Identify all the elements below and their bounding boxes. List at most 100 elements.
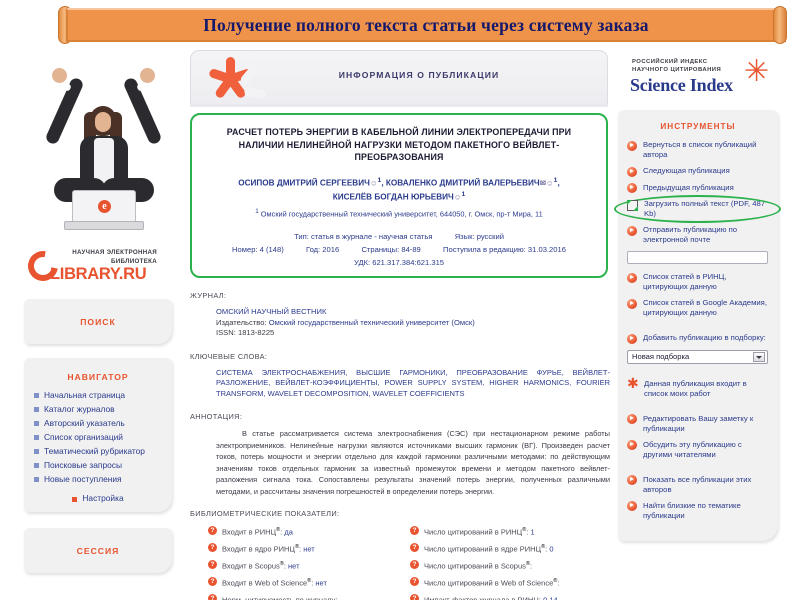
tool-download-full-text-pdf[interactable]: Загрузить полный текст (PDF, 487 Kb) bbox=[614, 195, 781, 223]
arrow-bullet-icon bbox=[627, 440, 637, 450]
biblio-value: нет bbox=[303, 544, 315, 554]
help-icon[interactable]: ? bbox=[208, 576, 217, 586]
help-icon[interactable]: ? bbox=[410, 576, 419, 586]
tool-citing-articles-rinc[interactable]: Список статей в РИНЦ, цитирующих данную bbox=[618, 272, 778, 292]
tool-previous-publication[interactable]: Предыдущая публикация bbox=[618, 182, 778, 193]
sidebar-item-journal-catalog[interactable]: Каталог журналов bbox=[34, 404, 172, 415]
biblio-label: Число цитирований в ядре РИНЦ bbox=[424, 544, 542, 554]
session-panel[interactable]: СЕССИЯ bbox=[24, 527, 172, 573]
arrow-bullet-icon bbox=[627, 298, 637, 309]
search-panel-title: ПОИСК bbox=[80, 317, 116, 327]
biblio-item: ? Входит в РИНЦ®: да bbox=[208, 525, 404, 538]
tool-label: Загрузить полный текст (PDF, 487 Kb) bbox=[644, 199, 766, 218]
tool-edit-note[interactable]: Редактировать Вашу заметку к публикации bbox=[618, 414, 778, 434]
tool-add-to-collection[interactable]: Добавить публикацию в подборку: bbox=[618, 333, 778, 344]
help-icon[interactable]: ? bbox=[208, 525, 217, 535]
keywords-section: КЛЮЧЕВЫЕ СЛОВА: СИСТЕМА ЭЛЕКТРОСНАБЖЕНИЯ… bbox=[190, 352, 610, 400]
sidebar-item-search-queries[interactable]: Поисковые запросы bbox=[34, 460, 172, 471]
arrow-bullet-icon bbox=[627, 501, 637, 511]
tool-label: Предыдущая публикация bbox=[643, 182, 734, 192]
sidebar-item-new-arrivals[interactable]: Новые поступления bbox=[34, 474, 172, 485]
publisher-value[interactable]: Омский государственный технический униве… bbox=[269, 318, 475, 327]
help-icon[interactable]: ? bbox=[410, 593, 419, 600]
biblio-value: нет bbox=[315, 578, 327, 588]
type-label: Тип: bbox=[294, 232, 309, 242]
arrow-bullet-icon bbox=[627, 475, 637, 485]
tool-label: Список статей в РИНЦ, цитирующих данную bbox=[643, 272, 727, 291]
issn-label: ISSN: bbox=[216, 328, 236, 338]
keywords-heading: КЛЮЧЕВЫЕ СЛОВА: bbox=[190, 351, 268, 361]
tools-panel-title: ИНСТРУМЕНТЫ bbox=[660, 122, 736, 131]
arrow-bullet-icon bbox=[627, 333, 637, 344]
tool-label: Найти близкие по тематике публикации bbox=[643, 500, 741, 520]
chevron-down-icon[interactable] bbox=[753, 352, 765, 362]
header-divider bbox=[190, 104, 608, 107]
right-sidebar: РОССИЙСКИЙ ИНДЕКС НАУЧНОГО ЦИТИРОВАНИЯ S… bbox=[614, 50, 782, 541]
biblio-item: ? Норм. цитируемость по журналу: bbox=[208, 593, 404, 600]
content-header-title: ИНФОРМАЦИЯ О ПУБЛИКАЦИИ bbox=[338, 70, 500, 80]
biblio-label: Число цитирований в Web of Science bbox=[424, 578, 554, 588]
author-link[interactable]: ОСИПОВ ДМИТРИЙ СЕРГЕЕВИЧ bbox=[238, 178, 370, 187]
language-label: Язык: bbox=[454, 232, 475, 242]
page-title: Получение полного текста статьи через си… bbox=[203, 14, 649, 35]
sidebar-item-label: Начальная страница bbox=[44, 390, 126, 400]
sidebar-item-label: Поисковые запросы bbox=[44, 460, 122, 470]
help-icon[interactable]: ? bbox=[410, 542, 419, 552]
help-icon[interactable]: ? bbox=[208, 593, 217, 600]
affiliation-marker: 1 bbox=[255, 207, 259, 215]
arrow-bullet-icon bbox=[627, 272, 637, 283]
sidebar-item-settings[interactable]: Настройка bbox=[24, 493, 172, 503]
tool-show-all-author-publications[interactable]: Показать все публикации этих авторов bbox=[618, 475, 778, 495]
journal-name[interactable]: ОМСКИЙ НАУЧНЫЙ ВЕСТНИК bbox=[216, 307, 610, 318]
author-profile-icon[interactable]: ☺ bbox=[546, 178, 554, 187]
elibrary-logo-name: LIBRARY.RU bbox=[50, 265, 147, 283]
biblio-label: Входит в ядро РИНЦ bbox=[222, 544, 295, 554]
issn-value: 1813-8225 bbox=[237, 328, 275, 338]
tool-find-similar-publications[interactable]: Найти близкие по тематике публикации bbox=[618, 501, 778, 521]
biblio-item: ? Число цитирований в Scopus®: bbox=[410, 559, 610, 572]
help-icon[interactable]: ? bbox=[410, 525, 419, 535]
biblio-grid: ? Входит в РИНЦ®: да ? Число цитирований в… bbox=[190, 525, 610, 600]
bullet-icon bbox=[34, 421, 39, 426]
author-link[interactable]: КИСЕЛЁВ БОГДАН ЮРЬЕВИЧ bbox=[333, 193, 454, 202]
tool-citing-articles-google-scholar[interactable]: Список статей в Google Академия, цитирую… bbox=[618, 298, 778, 318]
year-label: Год: bbox=[305, 245, 321, 255]
sidebar-item-author-index[interactable]: Авторский указатель bbox=[34, 418, 172, 429]
journal-section: ЖУРНАЛ: ОМСКИЙ НАУЧНЫЙ ВЕСТНИК Издательс… bbox=[190, 291, 610, 339]
affiliation-text: Омский государственный технический униве… bbox=[260, 209, 543, 219]
help-icon[interactable]: ? bbox=[410, 559, 419, 569]
pdf-document-icon bbox=[627, 199, 638, 211]
bullet-icon bbox=[34, 435, 39, 440]
tool-label: Вернуться в список публикаций автора bbox=[643, 140, 757, 159]
collection-select[interactable]: Новая подборка bbox=[627, 349, 768, 364]
biblio-heading: БИБЛИОМЕТРИЧЕСКИЕ ПОКАЗАТЕЛИ: bbox=[190, 509, 340, 519]
article-meta: Тип: статья в журнале - научная статья Я… bbox=[205, 230, 593, 256]
arrow-bullet-icon bbox=[627, 166, 637, 177]
email-field[interactable] bbox=[627, 251, 768, 264]
tool-discuss-publication[interactable]: Обсудить эту публикацию с другими читате… bbox=[618, 440, 778, 460]
tool-label: Список статей в Google Академия, цитирую… bbox=[643, 298, 767, 317]
pages-value: 84-89 bbox=[401, 245, 421, 255]
help-icon[interactable]: ? bbox=[208, 542, 217, 552]
help-icon[interactable]: ? bbox=[208, 559, 217, 569]
biblio-sep: : bbox=[539, 596, 541, 600]
biblio-item: ? Импакт-фактор журнала в РИНЦ: 0,14 bbox=[410, 593, 610, 600]
arrow-bullet-icon bbox=[627, 183, 637, 193]
biblio-item: ? Входит в Web of Science®: нет bbox=[208, 576, 404, 589]
tool-back-to-author-list[interactable]: Вернуться в список публикаций автора bbox=[618, 140, 778, 160]
sidebar-item-home[interactable]: Начальная страница bbox=[34, 390, 172, 401]
year-value: 2016 bbox=[322, 245, 340, 255]
sidebar-item-label: Тематический рубрикатор bbox=[44, 446, 145, 456]
sidebar-item-label: Список организаций bbox=[44, 432, 123, 442]
hero-photo: e bbox=[28, 50, 180, 235]
tool-next-publication[interactable]: Следующая публикация bbox=[618, 166, 778, 177]
article-title: РАСЧЕТ ПОТЕРЬ ЭНЕРГИИ В КАБЕЛЬНОЙ ЛИНИИ … bbox=[226, 127, 572, 162]
author-profile-icon[interactable]: ☺ bbox=[370, 178, 378, 187]
search-panel[interactable]: ПОИСК bbox=[24, 299, 172, 344]
author-link[interactable]: КОВАЛЕНКО ДМИТРИЙ ВАЛЕРЬЕВИЧ bbox=[386, 178, 540, 187]
tool-publication-in-my-works[interactable]: ✱ Данная публикация входит в список моих… bbox=[618, 377, 778, 399]
sidebar-item-organizations[interactable]: Список организаций bbox=[34, 432, 172, 443]
elibrary-logo[interactable]: НАУЧНАЯ ЭЛЕКТРОННАЯ БИБЛИОТЕКА LIBRARY.R… bbox=[22, 245, 182, 287]
sidebar-item-thematic-rubricator[interactable]: Тематический рубрикатор bbox=[34, 446, 172, 457]
tool-send-publication-by-email[interactable]: Отправить публикацию по электронной почт… bbox=[618, 225, 778, 245]
